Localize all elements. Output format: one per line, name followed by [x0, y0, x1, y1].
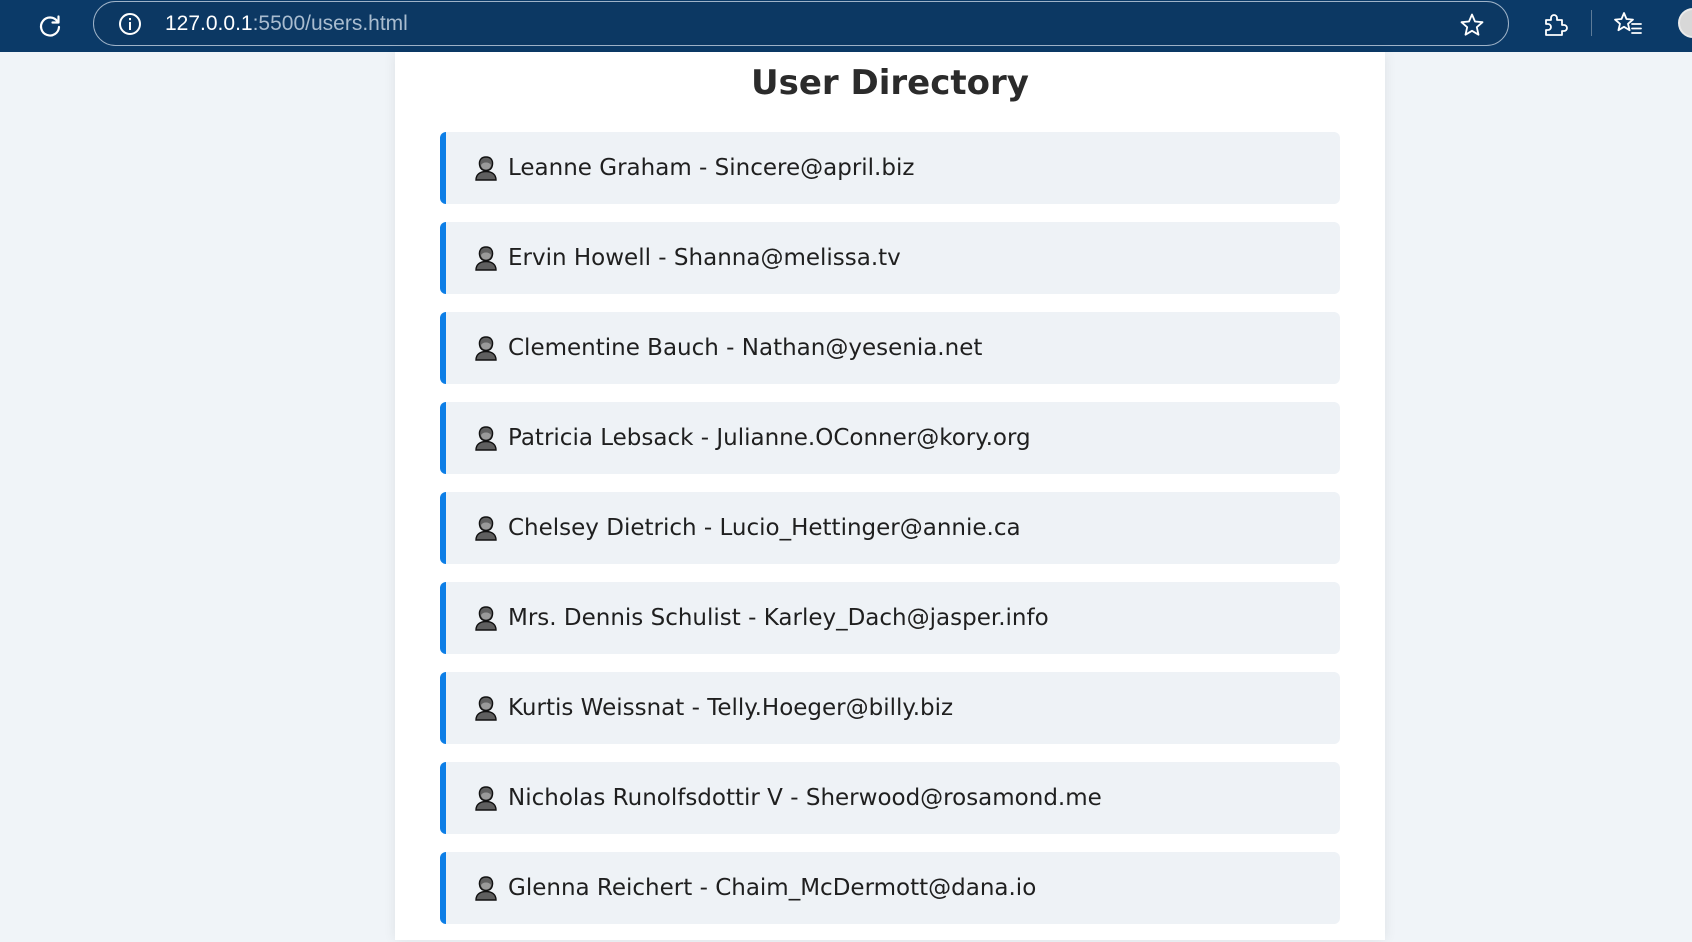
user-email: Nathan@yesenia.net [741, 335, 983, 361]
user-list-item[interactable]: Chelsey Dietrich - Lucio_Hettinger@annie… [440, 492, 1340, 564]
user-email: Karley_Dach@jasper.info [763, 605, 1049, 631]
user-entry-text: Patricia Lebsack - Julianne.OConner@kory… [508, 425, 1031, 451]
user-separator: - [718, 335, 742, 361]
user-name: Leanne Graham [508, 155, 692, 181]
person-icon [472, 784, 500, 812]
user-entry-text: Glenna Reichert - Chaim_McDermott@dana.i… [508, 875, 1036, 901]
user-entry-text: Mrs. Dennis Schulist - Karley_Dach@jaspe… [508, 605, 1049, 631]
user-email: Chaim_McDermott@dana.io [715, 875, 1037, 901]
user-entry-text: Chelsey Dietrich - Lucio_Hettinger@annie… [508, 515, 1021, 541]
user-list-item[interactable]: Glenna Reichert - Chaim_McDermott@dana.i… [440, 852, 1340, 924]
user-email: Shanna@melissa.tv [673, 245, 901, 271]
user-separator: - [740, 605, 764, 631]
user-list-item[interactable]: Nicholas Runolfsdottir V - Sherwood@rosa… [440, 762, 1340, 834]
user-name: Ervin Howell [508, 245, 651, 271]
user-separator: - [782, 785, 806, 811]
user-separator: - [651, 245, 674, 271]
user-name: Clementine Bauch [508, 335, 719, 361]
user-separator: - [684, 695, 708, 721]
user-entry-text: Clementine Bauch - Nathan@yesenia.net [508, 335, 982, 361]
info-icon[interactable] [118, 12, 142, 36]
person-icon [472, 244, 500, 272]
person-icon [472, 514, 500, 542]
user-list-item[interactable]: Kurtis Weissnat - Telly.Hoeger@billy.biz [440, 672, 1340, 744]
user-list-item[interactable]: Mrs. Dennis Schulist - Karley_Dach@jaspe… [440, 582, 1340, 654]
person-icon [472, 604, 500, 632]
user-separator: - [693, 425, 717, 451]
person-icon [472, 154, 500, 182]
user-name: Glenna Reichert [508, 875, 693, 901]
user-email: Julianne.OConner@kory.org [716, 425, 1031, 451]
url-host: 127.0.0.1 [165, 12, 253, 35]
user-separator: - [691, 155, 715, 181]
person-icon [472, 424, 500, 452]
url-path: :5500/users.html [252, 12, 408, 35]
person-icon [472, 874, 500, 902]
user-separator: - [696, 515, 720, 541]
profile-avatar[interactable] [1678, 8, 1692, 38]
user-entry-text: Ervin Howell - Shanna@melissa.tv [508, 245, 901, 271]
person-icon [472, 334, 500, 362]
user-list-item[interactable]: Clementine Bauch - Nathan@yesenia.net [440, 312, 1340, 384]
user-email: Sincere@april.biz [714, 155, 915, 181]
address-bar[interactable]: 127.0.0.1:5500/users.html [93, 1, 1509, 46]
browser-toolbar: 127.0.0.1:5500/users.html [0, 0, 1692, 52]
user-list-item[interactable]: Ervin Howell - Shanna@melissa.tv [440, 222, 1340, 294]
favorites-icon[interactable] [1612, 9, 1644, 39]
person-icon [472, 694, 500, 722]
url-text[interactable]: 127.0.0.1:5500/users.html [165, 12, 408, 36]
user-entry-text: Kurtis Weissnat - Telly.Hoeger@billy.biz [508, 695, 953, 721]
user-name: Chelsey Dietrich [508, 515, 697, 541]
user-separator: - [692, 875, 716, 901]
toolbar-divider [1591, 10, 1592, 36]
user-list-item[interactable]: Patricia Lebsack - Julianne.OConner@kory… [440, 402, 1340, 474]
star-icon[interactable] [1458, 11, 1486, 39]
user-email: Telly.Hoeger@billy.biz [707, 695, 954, 721]
reload-icon[interactable] [34, 10, 66, 42]
user-email: Sherwood@rosamond.me [805, 785, 1102, 811]
user-name: Nicholas Runolfsdottir V [508, 785, 783, 811]
user-list-item[interactable]: Leanne Graham - Sincere@april.biz [440, 132, 1340, 204]
puzzle-icon[interactable] [1540, 10, 1570, 40]
main-container: User Directory Leanne Graham - Sincere@a… [395, 52, 1385, 940]
user-entry-text: Nicholas Runolfsdottir V - Sherwood@rosa… [508, 785, 1102, 811]
page-title: User Directory [751, 63, 1029, 103]
user-list: Leanne Graham - Sincere@april.biz Ervin … [440, 132, 1340, 942]
user-email: Lucio_Hettinger@annie.ca [719, 515, 1021, 541]
user-entry-text: Leanne Graham - Sincere@april.biz [508, 155, 914, 181]
user-name: Kurtis Weissnat [508, 695, 685, 721]
user-name: Mrs. Dennis Schulist [508, 605, 741, 631]
user-name: Patricia Lebsack [508, 425, 694, 451]
